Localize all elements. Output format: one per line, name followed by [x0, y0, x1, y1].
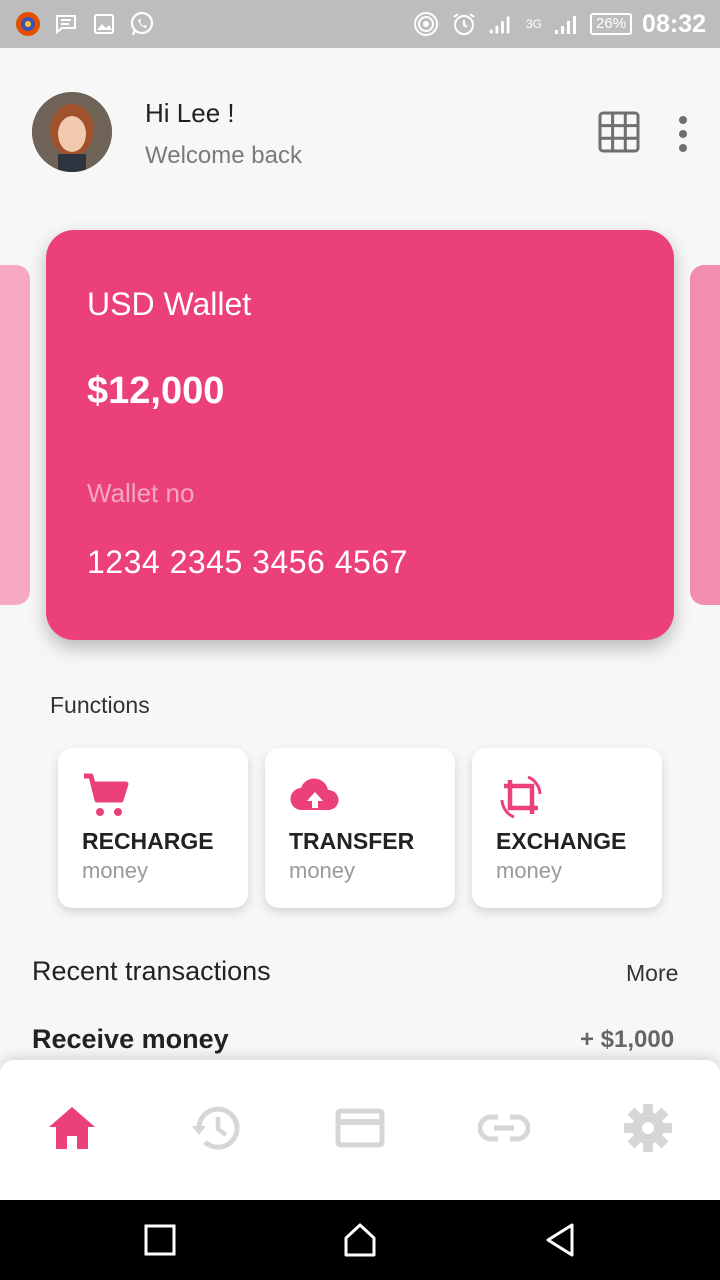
network-type: 3G — [526, 17, 543, 31]
exchange-button[interactable]: EXCHANGE money — [472, 748, 662, 908]
system-navigation-bar — [0, 1200, 720, 1280]
functions-title: Functions — [50, 692, 150, 718]
grid-icon[interactable] — [597, 110, 641, 154]
wallet-number: 1234 2345 3456 4567 — [87, 544, 408, 580]
recharge-title: RECHARGE — [82, 828, 214, 854]
transaction-label[interactable]: Receive money — [32, 1024, 229, 1055]
exchange-icon — [496, 772, 544, 820]
hotspot-icon — [412, 10, 440, 38]
transaction-amount: + $1,000 — [580, 1026, 675, 1053]
history-icon[interactable] — [188, 1100, 244, 1156]
image-icon — [90, 10, 118, 38]
welcome-text: Welcome back — [145, 142, 302, 169]
wallet-card[interactable]: USD Wallet $12,000 Wallet no 1234 2345 3… — [46, 230, 674, 640]
recharge-button[interactable]: RECHARGE money — [58, 748, 248, 908]
wallet-title: USD Wallet — [87, 286, 252, 322]
browser-app-icon — [14, 10, 42, 38]
clock: 08:32 — [642, 9, 706, 38]
card-icon[interactable] — [332, 1100, 388, 1156]
settings-icon[interactable] — [620, 1100, 676, 1156]
home-icon[interactable] — [44, 1100, 100, 1156]
wallet-number-label: Wallet no — [87, 478, 195, 508]
transfer-subtitle: money — [289, 858, 356, 883]
avatar[interactable] — [32, 92, 112, 172]
link-icon[interactable] — [476, 1100, 532, 1156]
exchange-title: EXCHANGE — [496, 828, 627, 854]
whatsapp-icon — [128, 10, 156, 38]
status-bar: 3G 26% 08:32 — [0, 0, 720, 48]
bottom-navigation — [0, 1060, 720, 1200]
alarm-icon — [450, 10, 478, 38]
recharge-subtitle: money — [82, 858, 149, 883]
status-system: 3G 26% 08:32 — [412, 10, 706, 39]
greeting: Hi Lee ! — [145, 98, 235, 128]
status-notifications — [14, 10, 156, 38]
more-vert-icon[interactable] — [672, 114, 694, 154]
back-icon[interactable] — [540, 1220, 580, 1260]
cloud-upload-icon — [289, 772, 339, 820]
header: Hi Lee ! Welcome back — [0, 48, 720, 218]
transfer-button[interactable]: TRANSFER money — [265, 748, 455, 908]
more-link[interactable]: More — [626, 960, 678, 987]
battery-indicator: 26% — [590, 13, 633, 35]
cart-icon — [82, 772, 130, 820]
wallet-balance: $12,000 — [87, 370, 225, 412]
exchange-subtitle: money — [496, 858, 563, 883]
wallet-card-next[interactable] — [690, 265, 720, 605]
transfer-title: TRANSFER — [289, 828, 415, 854]
message-icon — [52, 10, 80, 38]
recent-transactions-title: Recent transactions — [32, 956, 271, 986]
signal-icon — [488, 10, 516, 38]
signal-icon-2 — [552, 10, 580, 38]
recents-icon[interactable] — [140, 1220, 180, 1260]
home-system-icon[interactable] — [340, 1220, 380, 1260]
wallet-card-previous[interactable] — [0, 265, 30, 605]
